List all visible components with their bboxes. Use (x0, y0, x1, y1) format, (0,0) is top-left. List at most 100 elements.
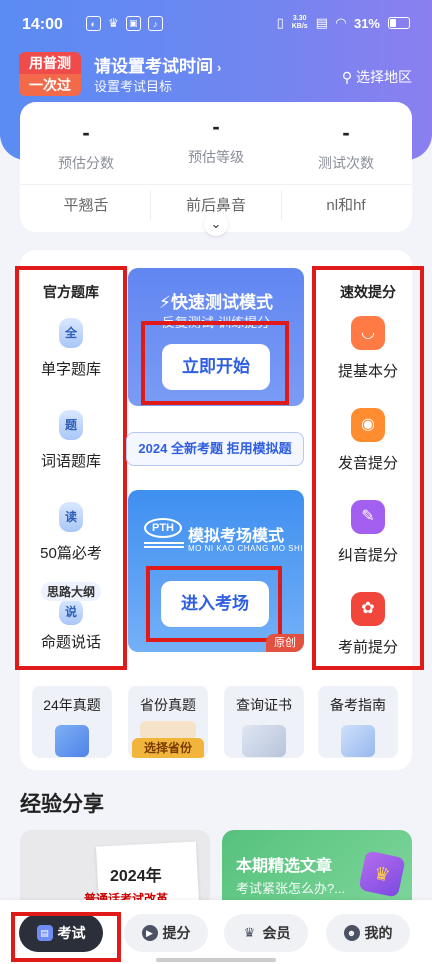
province-papers-tile[interactable]: 省份真题 选择省份 (128, 686, 208, 758)
card-year: 2024年 (110, 868, 162, 885)
app-logo: 用普测 一次过 (19, 52, 81, 96)
topic-speaking-item[interactable]: 思路大纲 说 命题说话 (19, 582, 123, 652)
new-questions-banner[interactable]: 2024 全新考题 拒用模拟题 (126, 432, 304, 466)
notification-app-icon: ◐ (86, 16, 101, 31)
expand-chevron-down-icon[interactable]: ⌄ (204, 212, 228, 236)
fifty-passages-item[interactable]: 读 50篇必考 (19, 502, 123, 563)
word-bank-item[interactable]: 题 词语题库 (19, 410, 123, 471)
quick-mode-title-text: 快速测试模式 (170, 293, 273, 312)
outline-badge: 思路大纲 (40, 582, 101, 601)
crown-card-icon: ♛ (358, 850, 406, 898)
item-label: 提基本分 (337, 363, 398, 380)
tool-label: 备考指南 (330, 697, 386, 713)
stat-test-count: - 测试次数 (281, 120, 411, 173)
pth-logo: PTH (144, 518, 184, 554)
correction-item[interactable]: ✎ 纠音提分 (316, 500, 420, 565)
stat-label: 预估等级 (188, 149, 244, 165)
pth-logo-text: PTH (144, 518, 182, 538)
wifi-icon: ◠ (335, 15, 346, 30)
stat-estimated-score: - 预估分数 (21, 120, 151, 173)
guide-book-icon (341, 725, 375, 757)
notification-app-icon: ▣ (125, 16, 141, 31)
stat-label: 预估分数 (58, 155, 114, 171)
nav-improve[interactable]: ▶ 提分 (124, 914, 208, 952)
official-question-bank-column: 官方题库 全 单字题库 题 词语题库 读 50篇必考 思路大纲 说 命题说话 (15, 266, 127, 670)
item-label: 词语题库 (40, 453, 101, 470)
speaker-icon: ◉ (351, 408, 385, 442)
lightning-icon: ⚡ (159, 293, 171, 312)
eraser-icon: ✎ (351, 500, 385, 534)
featured-subtitle: 考试紧张怎么办?... (236, 881, 346, 896)
nav-label: 我的 (364, 925, 393, 941)
sealed-paper-icon (140, 721, 196, 739)
quick-improve-column: 速效提分 ◡ 提基本分 ◉ 发音提分 ✎ 纠音提分 ✿ 考前提分 (312, 266, 424, 670)
book-icon: 读 (59, 502, 83, 532)
book-icon: 题 (59, 410, 83, 440)
nav-member[interactable]: ♛ 会员 (224, 914, 308, 952)
item-label: 纠音提分 (337, 547, 398, 564)
region-label: 选择地区 (356, 69, 412, 85)
select-province-tag[interactable]: 选择省份 (132, 738, 204, 758)
item-label: 考前提分 (337, 639, 398, 656)
experience-section-title: 经验分享 (20, 793, 104, 816)
mock-mode-pinyin: MO NI KAO CHANG MO SHI (188, 544, 304, 553)
select-region-button[interactable]: ⚲ 选择地区 (342, 67, 412, 87)
tool-label: 查询证书 (236, 697, 292, 713)
official-bank-heading: 官方题库 (43, 284, 99, 300)
item-label: 发音提分 (337, 455, 398, 472)
tool-label: 省份真题 (140, 697, 196, 713)
chevron-right-icon: › (217, 60, 222, 75)
highlight-box (146, 566, 282, 642)
status-notification-icons: ◐ ♛ ▣ ♪ (86, 16, 163, 31)
item-label: 命题说话 (40, 634, 101, 651)
clipboard-icon (55, 725, 89, 757)
home-indicator (156, 958, 276, 962)
status-right: ▯ 3.30 KB/s ▤ ◠ 31% (277, 15, 410, 31)
exam-title-text: 请设置考试时间 (94, 57, 213, 76)
stat-estimated-level: - 预估等级 (151, 114, 281, 167)
single-char-bank-item[interactable]: 全 单字题库 (19, 318, 123, 379)
location-pin-icon: ⚲ (341, 69, 356, 85)
book-icon: 全 (59, 318, 83, 348)
profile-icon: ☻ (343, 925, 360, 941)
tiktok-icon: ♪ (147, 16, 163, 31)
battery-icon (388, 17, 410, 29)
query-certificate-tile[interactable]: 查询证书 (224, 686, 304, 758)
stat-label: 测试次数 (318, 155, 374, 171)
tools-row: 24年真题 省份真题 选择省份 查询证书 备考指南 (32, 686, 402, 758)
set-exam-goal-link[interactable]: 设置考试目标 (94, 76, 172, 95)
logo-text-bottom: 一次过 (19, 74, 81, 96)
highlight-box (11, 912, 121, 962)
nav-label: 提分 (162, 925, 191, 941)
vibrate-icon: ▯ (276, 15, 284, 30)
stat-value: - (212, 114, 220, 139)
pre-exam-item[interactable]: ✿ 考前提分 (316, 592, 420, 657)
status-time: 14:00 (22, 16, 63, 33)
nav-profile[interactable]: ☻ 我的 (326, 914, 410, 952)
lips-icon: ◡ (351, 316, 385, 350)
crown-icon: ♛ (243, 925, 256, 940)
status-bar: 14:00 ◐ ♛ ▣ ♪ ▯ 3.30 KB/s ▤ ◠ 31% (0, 0, 432, 50)
original-badge: 原创 (266, 634, 304, 652)
past-papers-2024-tile[interactable]: 24年真题 (32, 686, 112, 758)
pth-logo-lines (144, 542, 184, 548)
item-label: 单字题库 (40, 361, 101, 378)
prep-guide-tile[interactable]: 备考指南 (318, 686, 398, 758)
featured-title: 本期精选文章 (236, 858, 333, 875)
item-label: 50篇必考 (40, 545, 102, 562)
certificate-icon (242, 725, 286, 757)
net-speed-value: 3.30 (292, 15, 307, 22)
quick-improve-heading: 速效提分 (340, 284, 396, 300)
crown-notification-icon: ♛ (108, 16, 119, 30)
tag-nl-hf[interactable]: nl和hf (281, 194, 411, 215)
net-speed-unit: KB/s (291, 23, 308, 30)
highlight-box (141, 321, 289, 405)
tag-flat-retroflex[interactable]: 平翘舌 (21, 194, 151, 215)
quick-mode-title: ⚡快速测试模式 (128, 288, 304, 313)
pronunciation-item[interactable]: ◉ 发音提分 (316, 408, 420, 473)
set-exam-time-link[interactable]: 请设置考试时间 › (94, 52, 221, 77)
stat-value: - (82, 120, 90, 145)
basic-score-item[interactable]: ◡ 提基本分 (316, 316, 420, 381)
play-icon: ▶ (141, 925, 158, 941)
tool-label: 24年真题 (43, 697, 101, 713)
